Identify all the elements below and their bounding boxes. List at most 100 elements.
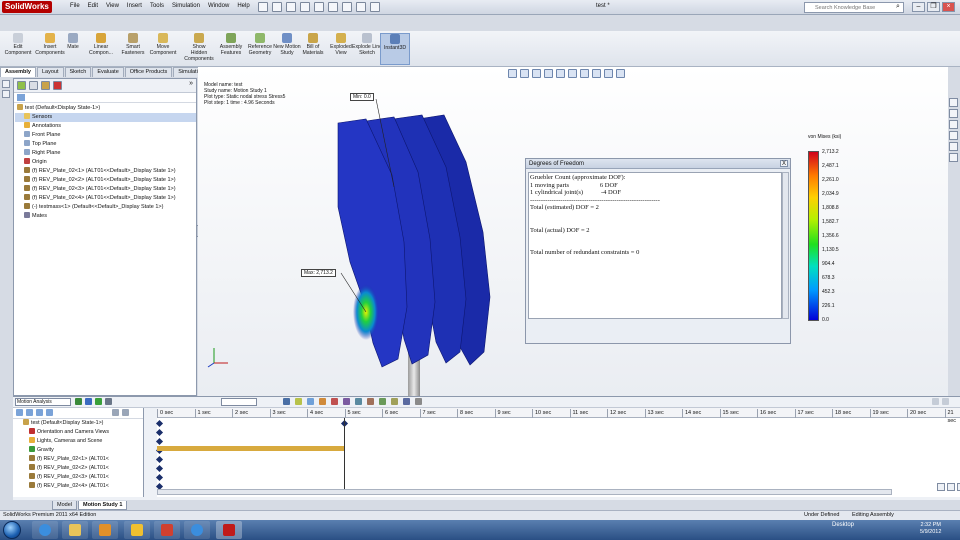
smart-fasteners-button[interactable]: Smart Fasteners [118, 33, 148, 56]
close-icon[interactable]: × [942, 2, 955, 12]
menu-window[interactable]: Window [208, 3, 229, 9]
play-from-start-icon[interactable] [85, 398, 92, 405]
mate-button[interactable]: Mate [62, 33, 84, 50]
menu-insert[interactable]: Insert [127, 3, 142, 9]
file-properties-icon[interactable] [356, 2, 366, 12]
tree-item[interactable]: Right Plane [15, 149, 196, 158]
tab-evaluate[interactable]: Evaluate [92, 67, 124, 77]
motion-tree-item[interactable]: Gravity [13, 446, 143, 455]
start-button[interactable] [3, 521, 21, 539]
open-icon[interactable] [272, 2, 282, 12]
undo-icon[interactable] [314, 2, 324, 12]
configuration-manager-icon[interactable] [41, 81, 50, 90]
insert-components-button[interactable]: Insert Components [35, 33, 65, 56]
tree-item[interactable]: (f) REV_Plate_02<2> (ALT01<<Default>_Dis… [15, 176, 196, 185]
taskbar-solidworks[interactable] [216, 521, 242, 539]
motor-icon[interactable] [331, 398, 338, 405]
add-key-icon[interactable] [319, 398, 326, 405]
tree-item[interactable]: Annotations [15, 122, 196, 131]
menu-simulation[interactable]: Simulation [172, 3, 200, 9]
motion-properties-icon[interactable] [415, 398, 422, 405]
keyframe[interactable] [155, 437, 164, 446]
search-input[interactable] [804, 2, 904, 13]
menu-file[interactable]: File [70, 3, 80, 9]
save-animation-icon[interactable] [283, 398, 290, 405]
tree-item[interactable]: (f) REV_Plate_02<1> (ALT01<<Default>_Dis… [15, 167, 196, 176]
keyframe[interactable] [155, 464, 164, 473]
tab-sketch[interactable]: Sketch [64, 67, 92, 77]
playback-speed-select[interactable] [221, 398, 257, 406]
stop-icon[interactable] [105, 398, 112, 405]
tree-item[interactable]: (f) REV_Plate_02<3> (ALT01<<Default>_Dis… [15, 185, 196, 194]
study-type-select[interactable]: Motion Analysis [15, 398, 71, 406]
rebuild-icon[interactable] [342, 2, 352, 12]
taskbar-ie[interactable] [32, 521, 58, 539]
minimize-icon[interactable]: – [912, 2, 925, 12]
tree-item[interactable]: Top Plane [15, 140, 196, 149]
options-icon[interactable] [370, 2, 380, 12]
instant3d-button[interactable]: Instant3D [380, 33, 410, 65]
select-icon[interactable] [328, 2, 338, 12]
taskbar-explorer[interactable] [62, 521, 88, 539]
motion-tree-item[interactable]: (f) REV_Plate_02<2> (ALT01< [13, 464, 143, 473]
close-icon[interactable]: X [780, 160, 788, 167]
bom-button[interactable]: Bill of Materials [298, 33, 328, 56]
menu-help[interactable]: Help [237, 3, 249, 9]
keyframe[interactable] [155, 455, 164, 464]
motion-tree-item[interactable]: Lights, Cameras and Scene [13, 437, 143, 446]
reference-geometry-button[interactable]: Reference Geometry [245, 33, 275, 56]
damper-icon[interactable] [355, 398, 362, 405]
time-bar[interactable] [344, 418, 345, 489]
toggle-panel-icon[interactable] [2, 80, 10, 88]
solidworks-logo[interactable]: SolidWorks [2, 1, 52, 13]
move-component-button[interactable]: Move Component [148, 33, 178, 56]
tab-office-products[interactable]: Office Products [124, 67, 173, 77]
taskbar-ie-2[interactable] [184, 521, 210, 539]
tree-item[interactable]: (f) REV_Plate_02<4> (ALT01<<Default>_Dis… [15, 194, 196, 203]
tree-item[interactable]: Mates [15, 212, 196, 221]
panel-close-icon[interactable] [942, 398, 949, 405]
keyframe[interactable] [155, 473, 164, 482]
taskbar-app-1[interactable] [124, 521, 150, 539]
gravity-tool-icon[interactable] [391, 398, 398, 405]
motion-tree-item[interactable]: Orientation and Camera Views [13, 428, 143, 437]
display-manager-icon[interactable] [53, 81, 62, 90]
motion-tree-item[interactable]: test (Default<Display State-1>) [13, 419, 143, 428]
keyframe[interactable] [155, 428, 164, 437]
filter-animated-icon[interactable] [16, 409, 23, 416]
explode-line-button[interactable]: Explode Line Sketch [352, 33, 382, 56]
zoom-in-icon[interactable] [122, 409, 129, 416]
motion-tree-item[interactable]: (f) REV_Plate_02<1> (ALT01< [13, 455, 143, 464]
gravity-duration-bar[interactable] [157, 446, 344, 451]
show-hidden-button[interactable]: Show Hidden Components [184, 33, 214, 62]
tab-assembly[interactable]: Assembly [0, 67, 36, 77]
tree-item[interactable]: test (Default<Display State-1>) [15, 104, 196, 113]
tab-model[interactable]: Model [52, 501, 77, 510]
menu-edit[interactable]: Edit [88, 3, 98, 9]
filter-driving-icon[interactable] [26, 409, 33, 416]
motion-tree-item[interactable]: (f) REV_Plate_02<3> (ALT01< [13, 473, 143, 482]
desktop-toolbar[interactable]: Desktop [832, 522, 854, 528]
panel-restore-icon[interactable] [932, 398, 939, 405]
linear-pattern-button[interactable]: Linear Compon... [86, 33, 116, 56]
design-library-icon[interactable] [949, 109, 958, 118]
tree-item[interactable]: (-) testmass<1> (Default<<Default>_Displ… [15, 203, 196, 212]
timeline[interactable]: 0 sec 1 sec 2 sec 3 sec 4 sec 5 sec 6 sec 7 sec… [155, 408, 960, 497]
clock[interactable]: 2:32 PM 5/9/2012 [920, 522, 941, 536]
force-icon[interactable] [367, 398, 374, 405]
autokey-icon[interactable] [307, 398, 314, 405]
zoom-to-fit-icon[interactable] [112, 409, 119, 416]
edit-component-button[interactable]: Edit Component [3, 33, 33, 56]
timeline-scrollbar[interactable] [157, 489, 892, 495]
dof-scrollbar[interactable] [782, 172, 789, 319]
filter-results-icon[interactable] [46, 409, 53, 416]
timeline-ruler[interactable]: 0 sec 1 sec 2 sec 3 sec 4 sec 5 sec 6 sec 7 sec… [157, 408, 960, 424]
animation-wizard-icon[interactable] [295, 398, 302, 405]
zoom-in-icon[interactable] [937, 483, 945, 491]
appearances-icon[interactable] [949, 142, 958, 151]
menu-view[interactable]: View [106, 3, 119, 9]
menu-tools[interactable]: Tools [150, 3, 164, 9]
keyframe[interactable] [155, 419, 164, 428]
tab-motion-study-1[interactable]: Motion Study 1 [77, 501, 128, 510]
new-icon[interactable] [258, 2, 268, 12]
